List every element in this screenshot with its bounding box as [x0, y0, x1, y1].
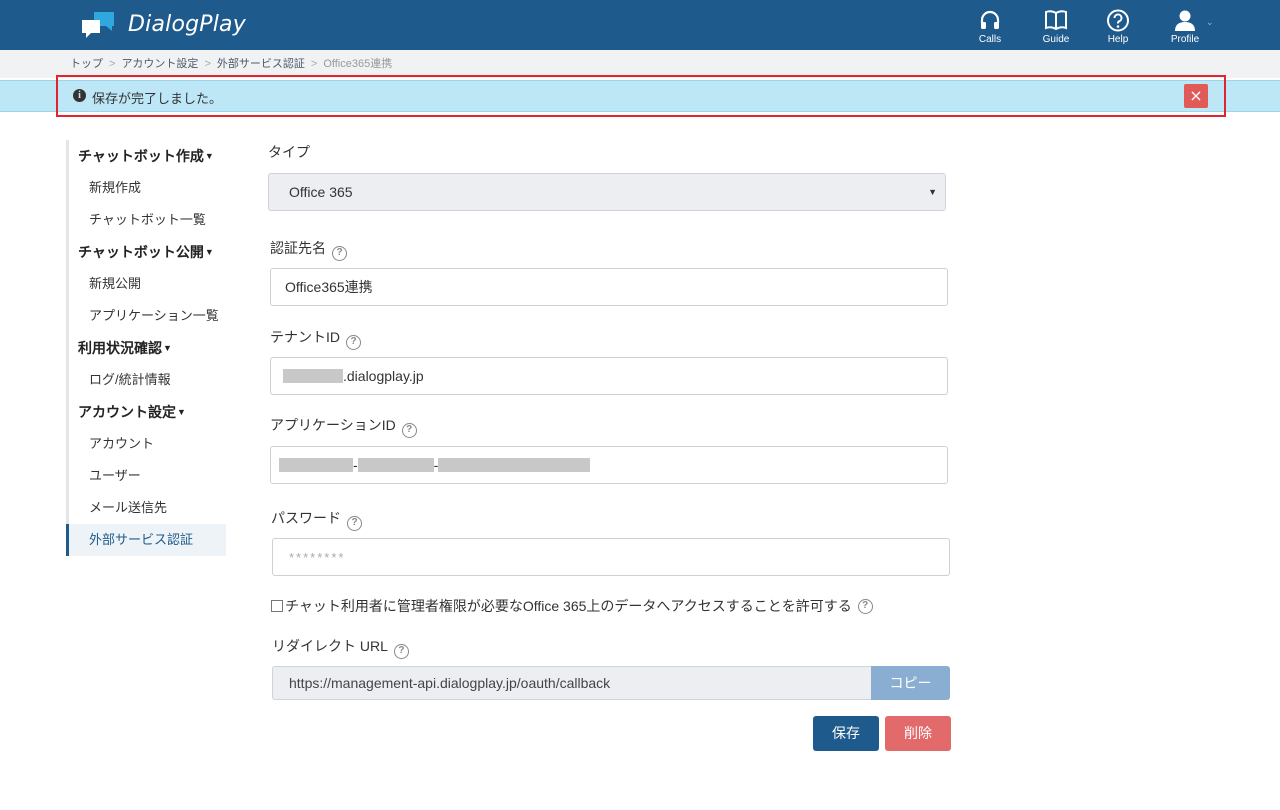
- nav-help-label: Help: [1107, 34, 1129, 45]
- redacted-block: [283, 369, 343, 383]
- question-icon[interactable]: ?: [857, 598, 873, 614]
- tenant-id-suffix: .dialogplay.jp: [343, 368, 424, 384]
- question-circle-icon: [1107, 9, 1129, 32]
- sidebar-item-chatbot-list[interactable]: チャットボット一覧: [66, 204, 226, 236]
- redacted-block: [357, 458, 434, 472]
- caret-down-icon: ▼: [204, 151, 214, 161]
- nav-calls[interactable]: Calls: [957, 0, 1023, 50]
- app-id-label: アプリケーションID?: [270, 415, 417, 438]
- user-icon: [1175, 10, 1195, 31]
- book-icon: [1045, 10, 1067, 31]
- breadcrumb-external-auth[interactable]: 外部サービス認証: [217, 58, 305, 70]
- logo-text: DialogPlay: [128, 11, 246, 37]
- delete-button[interactable]: 削除: [885, 716, 951, 751]
- tenant-id-input[interactable]: .dialogplay.jp: [270, 357, 948, 395]
- sidebar-section-label: 利用状況確認: [78, 340, 162, 356]
- type-label: タイプ: [268, 144, 310, 160]
- sidebar-item-external-auth[interactable]: 外部サービス認証: [66, 524, 226, 556]
- password-placeholder: ********: [289, 550, 346, 565]
- sidebar-item-logs-stats[interactable]: ログ/統計情報: [66, 364, 226, 396]
- sidebar-item-mail-recipients[interactable]: メール送信先: [66, 492, 226, 524]
- caret-down-icon: ▼: [177, 407, 186, 417]
- nav-profile-label: Profile: [1170, 34, 1200, 45]
- alert-highlight-outline: [56, 75, 1226, 117]
- password-label: パスワード?: [271, 508, 362, 531]
- breadcrumb-separator: >: [109, 58, 116, 70]
- headset-icon: [980, 10, 1000, 29]
- nav-guide[interactable]: Guide: [1023, 0, 1089, 50]
- redirect-url-value: https://management-api.dialogplay.jp/oau…: [289, 675, 611, 691]
- chat-bubbles-icon: [82, 12, 114, 38]
- auth-name-label: 認証先名?: [270, 238, 347, 261]
- sidebar-section-label: チャットボット公開: [78, 244, 204, 260]
- redacted-block: [438, 458, 591, 472]
- caret-down-icon: ▼: [204, 247, 214, 257]
- breadcrumb: トップ > アカウント設定 > 外部サービス認証 > Office365連携: [0, 50, 1280, 78]
- redirect-url-field[interactable]: https://management-api.dialogplay.jp/oau…: [272, 666, 872, 700]
- sidebar-item-account[interactable]: アカウント: [66, 428, 226, 460]
- top-navbar: DialogPlay Calls Guide Help Profile ⌄: [0, 0, 1280, 50]
- type-select-value: Office 365: [289, 184, 353, 200]
- breadcrumb-account-settings[interactable]: アカウント設定: [121, 58, 198, 70]
- admin-access-checkbox[interactable]: [271, 600, 283, 612]
- redirect-url-label: リダイレクト URL?: [272, 636, 409, 659]
- sidebar: チャットボット作成▼ 新規作成 チャットボット一覧 チャットボット公開▼ 新規公…: [66, 140, 226, 556]
- sidebar-section-chatbot-publish[interactable]: チャットボット公開▼: [66, 236, 226, 268]
- breadcrumb-separator: >: [310, 58, 318, 70]
- question-icon[interactable]: ?: [393, 644, 409, 659]
- nav-help[interactable]: Help: [1085, 0, 1151, 50]
- logo[interactable]: DialogPlay: [82, 10, 246, 38]
- save-button[interactable]: 保存: [813, 716, 879, 751]
- breadcrumb-top[interactable]: トップ: [70, 58, 103, 70]
- auth-name-input[interactable]: Office365連携: [270, 268, 948, 306]
- redirect-url-label-text: リダイレクト URL: [272, 638, 388, 654]
- sidebar-section-label: アカウント設定: [78, 404, 176, 420]
- sidebar-item-users[interactable]: ユーザー: [66, 460, 226, 492]
- profile-dropdown-icon[interactable]: ⌄: [1206, 18, 1214, 28]
- password-label-text: パスワード: [271, 510, 341, 526]
- question-icon[interactable]: ?: [401, 423, 417, 438]
- type-select[interactable]: Office 365 ▼: [268, 173, 946, 211]
- breadcrumb-current: Office365連携: [323, 58, 393, 70]
- redacted-block: [279, 458, 353, 472]
- breadcrumb-separator: >: [204, 58, 211, 70]
- question-icon[interactable]: ?: [332, 246, 347, 261]
- caret-down-icon: ▼: [163, 343, 172, 353]
- caret-down-icon: ▼: [928, 187, 937, 197]
- sidebar-item-new-publish[interactable]: 新規公開: [66, 268, 226, 300]
- password-input[interactable]: ********: [272, 538, 950, 576]
- auth-name-label-text: 認証先名: [270, 240, 326, 256]
- tenant-id-label: テナントID?: [270, 327, 361, 350]
- admin-access-option: チャット利用者に管理者権限が必要なOffice 365上のデータへアクセスするこ…: [271, 596, 873, 616]
- nav-calls-label: Calls: [978, 34, 1002, 45]
- app-id-label-text: アプリケーションID: [270, 417, 396, 433]
- copy-button[interactable]: コピー: [871, 666, 950, 700]
- auth-name-value: Office365連携: [285, 279, 373, 295]
- sidebar-section-account-settings[interactable]: アカウント設定▼: [66, 396, 226, 428]
- question-icon[interactable]: ?: [347, 516, 362, 531]
- admin-access-label: チャット利用者に管理者権限が必要なOffice 365上のデータへアクセスするこ…: [285, 598, 852, 614]
- question-icon[interactable]: ?: [346, 335, 361, 350]
- tenant-id-label-text: テナントID: [270, 329, 340, 345]
- sidebar-item-new-create[interactable]: 新規作成: [66, 172, 226, 204]
- sidebar-section-label: チャットボット作成: [78, 148, 204, 164]
- sidebar-section-chatbot-create[interactable]: チャットボット作成▼: [66, 140, 226, 172]
- sidebar-item-application-list[interactable]: アプリケーション一覧: [66, 300, 226, 332]
- nav-guide-label: Guide: [1042, 34, 1070, 45]
- sidebar-section-usage[interactable]: 利用状況確認▼: [66, 332, 226, 364]
- app-id-input[interactable]: --: [270, 446, 948, 484]
